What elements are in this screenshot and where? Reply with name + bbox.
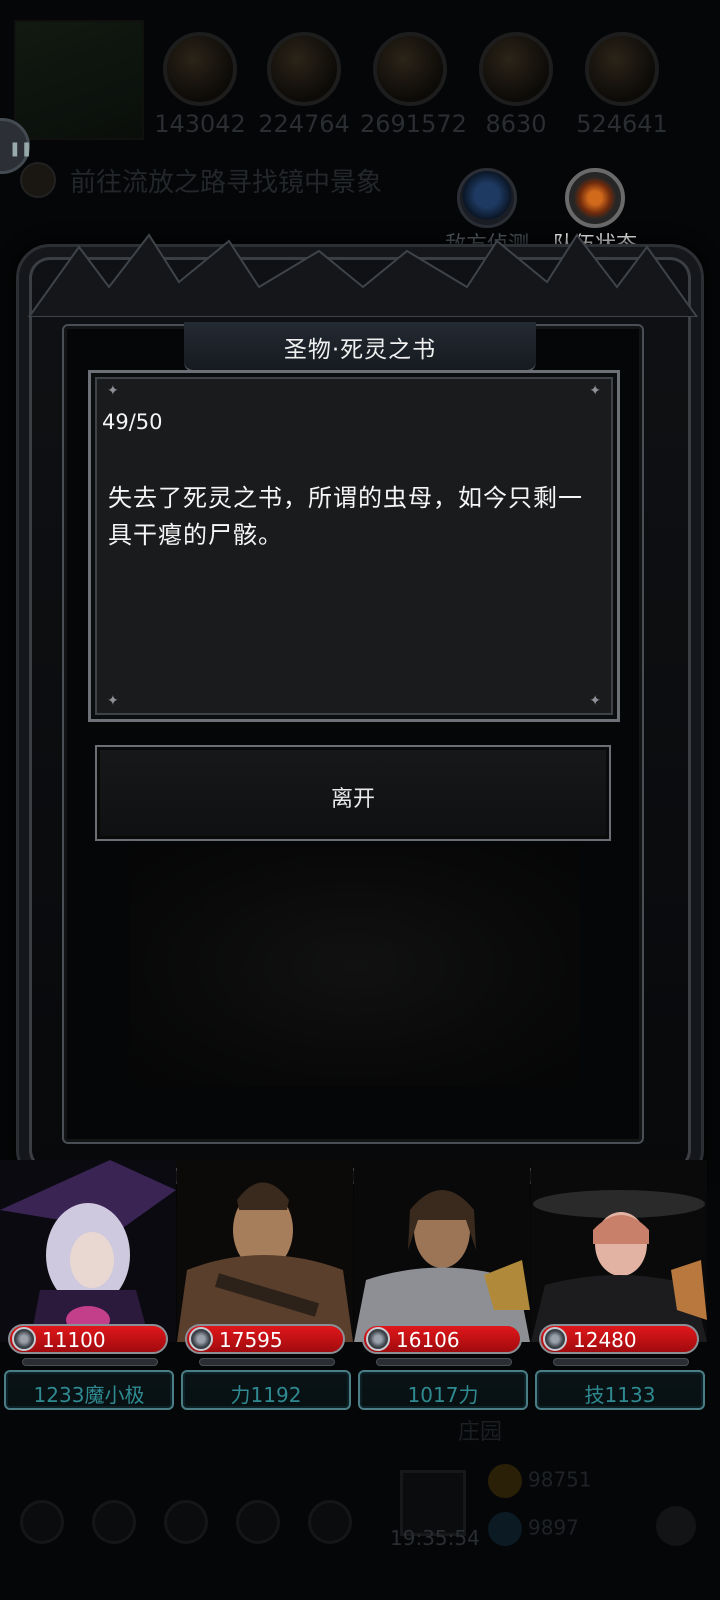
hero-card-barbarian[interactable]: 17595 力1192 xyxy=(177,1160,353,1416)
resource-value: 524641 xyxy=(576,110,668,138)
menu-icon-1[interactable] xyxy=(20,1500,64,1544)
menu-icon-3[interactable] xyxy=(164,1500,208,1544)
hero-party: 11100 1233魔小极 17595 力1192 16106 1017力 12… xyxy=(0,1160,720,1416)
resource-value: 2691572 xyxy=(360,110,467,138)
resource-value: 143042 xyxy=(154,110,246,138)
menu-icon-4[interactable] xyxy=(236,1500,280,1544)
corner-star-icon: ✦ xyxy=(589,383,601,399)
hp-value: 11100 xyxy=(42,1328,106,1352)
scout-orb-icon xyxy=(457,168,517,228)
stat-plate: 技1133 xyxy=(535,1370,705,1410)
corner-star-icon: ✦ xyxy=(107,693,119,709)
resource-stone: 2691572 xyxy=(360,32,467,138)
gem-value: 9897 xyxy=(528,1515,579,1540)
energy-bar xyxy=(553,1358,689,1366)
hp-bar: 16106 xyxy=(362,1324,522,1354)
ornamental-spikes xyxy=(27,233,699,317)
stat-label: 1233魔小极 xyxy=(33,1383,145,1407)
hp-value: 17595 xyxy=(219,1328,283,1352)
estate-label: 庄园 xyxy=(458,1420,503,1445)
resource-wood: 224764 xyxy=(254,32,354,138)
dialog-texture xyxy=(130,846,580,1086)
hero-card-knight[interactable]: 16106 1017力 xyxy=(354,1160,530,1416)
story-text: 失去了死灵之书，所谓的虫母，如今只剩一具干瘪的尸骸。 xyxy=(108,484,583,549)
story-progress: 49/50 xyxy=(102,410,163,434)
menu-icon-5[interactable] xyxy=(308,1500,352,1544)
quest-text: 前往流放之路寻找镜中景象 xyxy=(70,167,383,198)
hero-card-rogue[interactable]: 12480 技1133 xyxy=(531,1160,707,1416)
clock: 19:35:54 xyxy=(390,1526,480,1550)
corner-star-icon: ✦ xyxy=(589,693,601,709)
stone-orb-icon xyxy=(373,32,447,106)
resource-value: 8630 xyxy=(485,110,547,138)
stat-label: 1017力 xyxy=(407,1383,479,1407)
stat-label: 技1133 xyxy=(584,1383,656,1407)
quest-icon xyxy=(20,162,56,198)
gold-value: 98751 xyxy=(528,1467,592,1492)
stat-label: 力1192 xyxy=(230,1383,302,1407)
coal-orb-icon xyxy=(585,32,659,106)
hero-portrait-witch xyxy=(0,1160,176,1342)
bottom-menu xyxy=(20,1500,352,1544)
resource-bar: 143042 224764 2691572 8630 524641 xyxy=(0,20,720,140)
stat-plate: 1017力 xyxy=(358,1370,528,1410)
sword-badge-icon xyxy=(12,1327,36,1351)
gold-coin-icon xyxy=(488,1464,522,1498)
dialog-title: 圣物·死灵之书 xyxy=(283,337,437,363)
hp-bar: 12480 xyxy=(539,1324,699,1354)
sword-badge-icon xyxy=(366,1327,390,1351)
hero-card-witch[interactable]: 11100 1233魔小极 xyxy=(0,1160,176,1416)
team-status-icon xyxy=(565,168,625,228)
hero-portrait-barbarian xyxy=(177,1160,353,1342)
resource-ore: 143042 xyxy=(150,32,250,138)
sword-badge-icon xyxy=(189,1327,213,1351)
leave-button[interactable]: 离开 xyxy=(95,745,611,841)
wood-orb-icon xyxy=(267,32,341,106)
corner-star-icon: ✦ xyxy=(107,383,119,399)
resource-crystal: 8630 xyxy=(466,32,566,138)
hp-value: 12480 xyxy=(573,1328,637,1352)
ore-orb-icon xyxy=(163,32,237,106)
energy-bar xyxy=(22,1358,158,1366)
energy-bar xyxy=(376,1358,512,1366)
corner-menu-icon[interactable] xyxy=(656,1506,696,1546)
energy-bar xyxy=(199,1358,335,1366)
crystal-orb-icon xyxy=(479,32,553,106)
stat-plate: 1233魔小极 xyxy=(4,1370,174,1410)
resource-coal: 524641 xyxy=(572,32,672,138)
location-thumbnail-icon[interactable] xyxy=(14,20,144,140)
resource-value: 224764 xyxy=(258,110,350,138)
chat-icon: ❚❚ xyxy=(9,141,33,157)
gem-icon xyxy=(488,1512,522,1546)
stat-plate: 力1192 xyxy=(181,1370,351,1410)
gold-currency: 98751 xyxy=(488,1464,592,1498)
hero-portrait-rogue xyxy=(531,1160,707,1342)
hp-bar: 17595 xyxy=(185,1324,345,1354)
hp-bar: 11100 xyxy=(8,1324,168,1354)
quest-tracker[interactable]: 前往流放之路寻找镜中景象 xyxy=(20,160,382,200)
hero-portrait-knight xyxy=(354,1160,530,1342)
hp-value: 16106 xyxy=(396,1328,460,1352)
menu-icon-2[interactable] xyxy=(92,1500,136,1544)
sword-badge-icon xyxy=(543,1327,567,1351)
leave-button-label: 离开 xyxy=(330,787,375,812)
gem-currency: 9897 xyxy=(488,1512,579,1546)
